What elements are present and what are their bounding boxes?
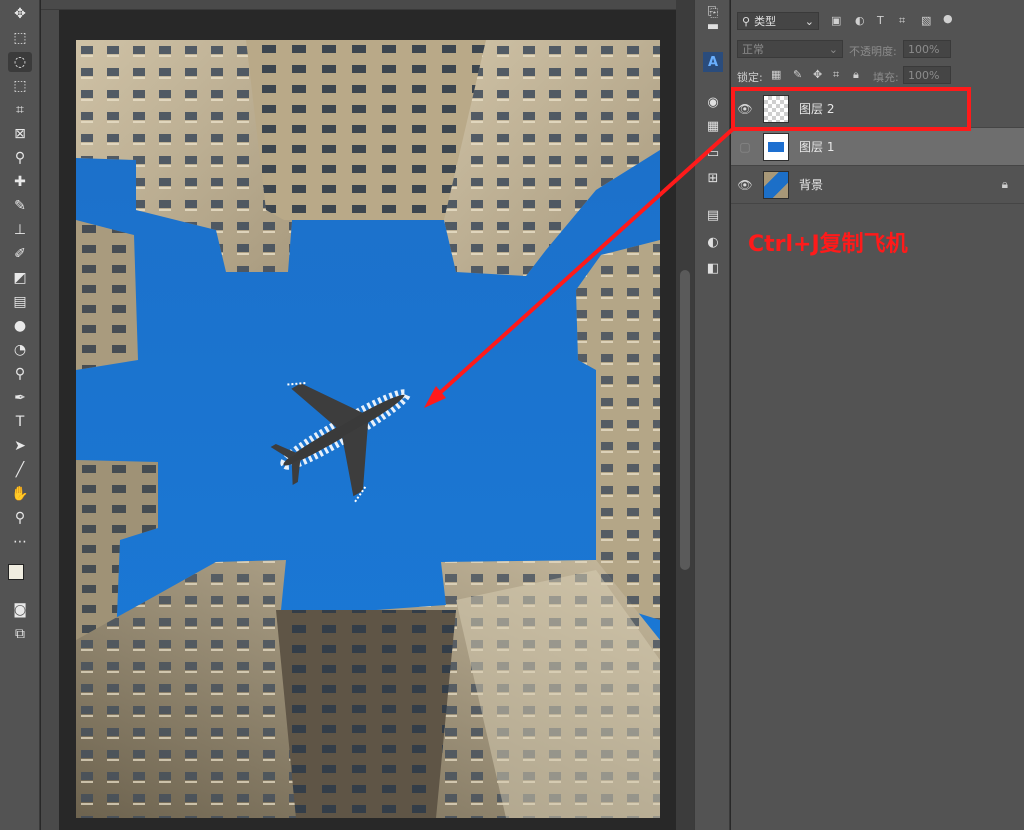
comment-icon[interactable]: ▬: [703, 16, 723, 36]
lock-paint-icon[interactable]: ✎: [793, 68, 802, 81]
foreground-color-swatch[interactable]: [8, 564, 24, 580]
color-palette-icon[interactable]: ◉: [703, 92, 723, 112]
blend-mode-value: 正常: [742, 43, 764, 56]
annotation-highlight-box: [731, 87, 971, 131]
path-select-icon[interactable]: ➤: [8, 436, 32, 456]
paths-icon[interactable]: ◧: [703, 258, 723, 278]
filter-toggle-icon[interactable]: ●: [943, 12, 953, 25]
fill-field[interactable]: 100%: [903, 66, 951, 84]
lock-artboard-icon[interactable]: ⌗: [833, 68, 839, 82]
lock-all-icon[interactable]: 🔒︎: [853, 68, 859, 82]
stamp-icon[interactable]: ⊥: [8, 220, 32, 240]
document-canvas[interactable]: [76, 40, 660, 818]
layer-name: 背景: [799, 178, 824, 192]
lock-icon: 🔒︎: [1001, 177, 1008, 191]
layer-thumbnail: [763, 170, 789, 199]
layer-thumbnail: [763, 132, 789, 161]
screen-mode-icon[interactable]: ⧉: [8, 624, 32, 644]
filter-type-icon[interactable]: T: [877, 14, 884, 27]
lasso-icon[interactable]: ◌: [8, 52, 32, 72]
blur-icon[interactable]: ●: [8, 316, 32, 336]
marquee-icon[interactable]: ⬚: [8, 28, 32, 48]
filter-smart-icon[interactable]: ▧: [921, 14, 931, 27]
gradients-icon[interactable]: ▭: [703, 143, 723, 163]
line-icon[interactable]: ╱: [8, 460, 32, 480]
filter-shape-icon[interactable]: ⌗: [899, 14, 905, 28]
healing-icon[interactable]: ✚: [8, 172, 32, 192]
chevron-down-icon: ⌄: [804, 14, 814, 28]
filter-adjust-icon[interactable]: ◐: [855, 14, 865, 27]
dodge-icon[interactable]: ◔: [8, 340, 32, 360]
layer-row-1[interactable]: ▢ 图层 1: [731, 128, 1024, 166]
history-brush-icon[interactable]: ✐: [8, 244, 32, 264]
lock-label: 锁定:: [737, 71, 763, 84]
layer-name: 图层 1: [799, 140, 835, 154]
layer-row-background[interactable]: 👁︎ 背景 🔒︎: [731, 166, 1024, 204]
visibility-off-box[interactable]: ▢: [731, 140, 759, 154]
more-tools-icon[interactable]: ⋯: [8, 532, 32, 552]
layers-panel: ⚲ 类型 ⌄ ▣ ◐ T ⌗ ▧ ● 正常 ⌄ 不透明度: 100% 锁定: ▦…: [731, 0, 1024, 830]
tools-panel: ✥ ⬚ ◌ ⬚ ⌗ ⊠ ⚲ ✚ ✎ ⊥ ✐ ◩ ▤ ● ◔ ⚲ ✒ T ➤ ╱ ✋ ⚲ ⋯ ◙ ⧉: [0, 0, 40, 830]
vertical-scrollbar[interactable]: [676, 0, 694, 830]
fill-value: 100%: [908, 68, 940, 82]
quick-mask-icon[interactable]: ◙: [8, 600, 32, 620]
libraries-icon[interactable]: A: [703, 52, 723, 72]
photo-buildings-airplane: [76, 40, 660, 818]
panel-icon-strip: ⎘ ▬ A ◉ ▦ ▭ ⊞ ▤ ◐ ◧: [694, 0, 730, 830]
dodge-tool-icon[interactable]: ⚲: [8, 364, 32, 384]
photoshop-window: ✥ ⬚ ◌ ⬚ ⌗ ⊠ ⚲ ✚ ✎ ⊥ ✐ ◩ ▤ ● ◔ ⚲ ✒ T ➤ ╱ ✋ ⚲ ⋯ ◙ ⧉: [0, 0, 1024, 830]
eyedropper-icon[interactable]: ⚲: [8, 148, 32, 168]
filter-label: 类型: [754, 15, 777, 28]
search-icon: ⚲: [742, 14, 751, 28]
fill-label: 填充:: [873, 71, 899, 84]
filter-image-icon[interactable]: ▣: [831, 14, 841, 27]
gradient-icon[interactable]: ▤: [8, 292, 32, 312]
zoom-icon[interactable]: ⚲: [8, 508, 32, 528]
scrollbar-thumb[interactable]: [680, 270, 690, 570]
adjustments-icon[interactable]: ◐: [703, 232, 723, 252]
object-select-icon[interactable]: ⬚: [8, 76, 32, 96]
type-icon[interactable]: T: [8, 412, 32, 432]
crop-icon[interactable]: ⌗: [8, 100, 32, 120]
pen-icon[interactable]: ✒: [8, 388, 32, 408]
annotation-text: Ctrl+J复制飞机: [748, 232, 908, 257]
move-icon[interactable]: ✥: [8, 4, 32, 24]
opacity-value: 100%: [908, 42, 940, 56]
chevron-down-icon: ⌄: [828, 42, 838, 56]
opacity-label: 不透明度:: [849, 45, 897, 58]
patterns-icon[interactable]: ⊞: [703, 168, 723, 188]
layer-filter-select[interactable]: ⚲ 类型 ⌄: [737, 12, 819, 30]
hand-icon[interactable]: ✋: [8, 484, 32, 504]
lock-transparency-icon[interactable]: ▦: [771, 68, 781, 81]
visibility-eye-icon[interactable]: 👁︎: [731, 178, 759, 192]
swatches-icon[interactable]: ▦: [703, 116, 723, 136]
layers-panel-icon[interactable]: ▤: [703, 205, 723, 225]
lock-position-icon[interactable]: ✥: [813, 68, 822, 81]
frame-icon[interactable]: ⊠: [8, 124, 32, 144]
eraser-icon[interactable]: ◩: [8, 268, 32, 288]
ruler-left: [41, 10, 59, 830]
blend-mode-select[interactable]: 正常 ⌄: [737, 40, 843, 58]
opacity-field[interactable]: 100%: [903, 40, 951, 58]
brush-icon[interactable]: ✎: [8, 196, 32, 216]
ruler-top: [41, 0, 676, 10]
